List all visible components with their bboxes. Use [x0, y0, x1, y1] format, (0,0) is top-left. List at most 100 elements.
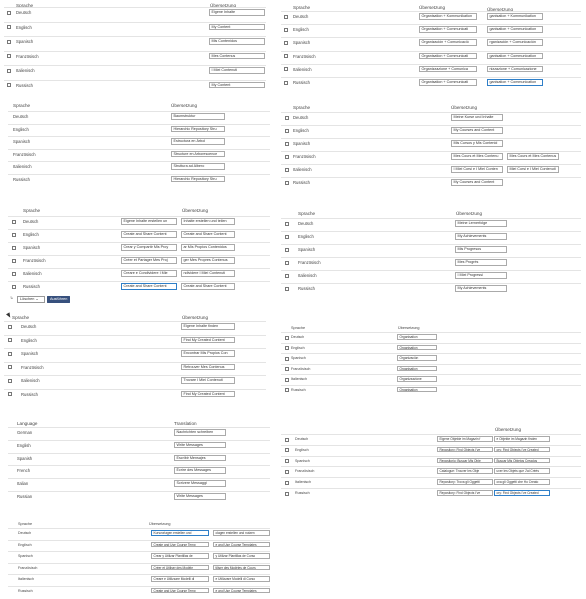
row-checkbox[interactable] — [285, 180, 289, 185]
translation-input[interactable]: Eigene Objekte im Magazin f — [437, 436, 493, 442]
translation-input[interactable]: Organización + Comunicació — [419, 39, 477, 46]
row-checkbox[interactable] — [7, 68, 11, 73]
row-checkbox[interactable] — [7, 39, 11, 44]
row-checkbox[interactable] — [285, 141, 289, 146]
row-checkbox[interactable] — [285, 221, 289, 226]
translation-input-scrolled[interactable]: ova gli Oggetti che Ho Creato — [494, 479, 550, 485]
row-checkbox[interactable] — [12, 232, 16, 237]
row-checkbox[interactable] — [285, 480, 289, 485]
translation-input[interactable]: Organisation — [397, 334, 437, 340]
translation-input-scrolled[interactable]: ar Mis Propios Contenidos — [181, 244, 235, 251]
row-checkbox[interactable] — [284, 67, 288, 72]
translation-input[interactable]: Hierarchic Repository Stru — [171, 125, 225, 132]
translation-input-scrolled[interactable]: rganización + Comunicación — [487, 39, 543, 46]
translation-input-scrolled[interactable]: ganisation + Communication — [487, 26, 543, 33]
translation-input[interactable]: Crear y Compartir Mis Proy — [121, 244, 177, 251]
translation-input[interactable]: Mis Contenidos — [209, 38, 265, 45]
bulk-action-select[interactable]: Löschen ⌄ — [17, 296, 45, 303]
row-checkbox[interactable] — [285, 128, 289, 133]
translation-input-scrolled[interactable]: Create and Share Content — [181, 231, 235, 238]
translation-input[interactable]: Eigene Inhalte erstellen un — [121, 218, 177, 225]
translation-input[interactable]: Organización — [397, 355, 437, 361]
translation-input[interactable]: Écrire des Messages — [174, 467, 226, 474]
translation-input[interactable]: My Achievements — [455, 233, 507, 240]
translation-input[interactable]: Create and Share Content — [121, 283, 177, 290]
translation-input-scrolled[interactable]: ganisation + Communication — [487, 52, 543, 60]
translation-input[interactable]: Estructura en Árbol — [171, 138, 225, 145]
row-checkbox[interactable] — [12, 258, 16, 263]
row-checkbox[interactable] — [285, 437, 289, 442]
row-checkbox[interactable] — [285, 234, 289, 239]
translation-input[interactable]: Mes Cours et Mes Contenu — [451, 153, 503, 160]
translation-input-scrolled[interactable]: e and Use Course Templates — [213, 587, 270, 593]
translation-input[interactable]: Repository: Find Objects I've — [437, 446, 493, 453]
translation-input[interactable]: Meine Lernerfolge — [455, 220, 507, 227]
translation-input[interactable]: Trovare I Miei Contenuti — [181, 377, 235, 384]
row-checkbox[interactable] — [7, 10, 11, 15]
row-checkbox[interactable] — [285, 260, 289, 265]
translation-input-scrolled[interactable]: olagen erstellen und nutzen — [213, 530, 270, 536]
translation-input-scrolled[interactable]: Mes Cours et Mes Contenus — [507, 153, 559, 160]
translation-input[interactable]: Write Messages — [174, 493, 226, 500]
translation-input[interactable]: Eigene Inhalte — [209, 9, 265, 16]
row-checkbox[interactable] — [285, 388, 289, 392]
translation-input[interactable]: Creare e Condividere I Mie — [121, 270, 177, 277]
translation-input-scrolled[interactable]: Buscar Mis Objetos Creados — [494, 457, 550, 464]
translation-input[interactable]: Catalogue: Trouver les Obje — [437, 468, 493, 474]
translation-input[interactable]: My Achievements — [455, 285, 507, 292]
translation-input[interactable]: My Courses and Content — [451, 179, 503, 186]
translation-input-scrolled[interactable]: ory: Find Objects I've Created — [494, 490, 550, 496]
execute-button[interactable]: Ausführen — [47, 296, 71, 303]
row-checkbox[interactable] — [285, 491, 289, 496]
translation-input[interactable]: Baumstruktur — [171, 113, 225, 120]
row-checkbox[interactable] — [285, 469, 289, 474]
translation-input[interactable]: Create and Use Course Temp — [151, 587, 209, 593]
translation-input[interactable]: Repository: Find Objects I've — [437, 490, 493, 496]
row-checkbox[interactable] — [285, 356, 289, 361]
translation-input-scrolled[interactable]: tiliser des Modèles de Cours — [213, 564, 270, 570]
row-checkbox[interactable] — [285, 273, 289, 278]
row-checkbox[interactable] — [8, 392, 12, 396]
translation-input-scrolled[interactable]: ger Mes Propres Contenus — [181, 257, 235, 264]
translation-input[interactable]: Encontrar Mis Propios Con — [181, 350, 235, 357]
row-checkbox[interactable] — [285, 167, 289, 172]
row-checkbox[interactable] — [285, 335, 289, 340]
translation-input[interactable]: Find My Created Content — [181, 336, 235, 343]
translation-input[interactable]: Find My Created Content — [181, 390, 235, 397]
translation-input[interactable]: Scrivere Messaggi — [174, 480, 226, 487]
translation-input[interactable]: Escribir Mensajes — [174, 454, 226, 462]
row-checkbox[interactable] — [285, 346, 289, 350]
translation-input[interactable]: Kursvorlagen erstellen und — [151, 530, 209, 536]
translation-input-scrolled[interactable]: Miei Corsi e I Miei Contenuti — [507, 166, 559, 173]
translation-input-scrolled[interactable]: ganisation + Kommunikation — [487, 13, 543, 20]
translation-input[interactable]: Mes Contenus — [209, 52, 265, 59]
row-checkbox[interactable] — [8, 365, 12, 369]
translation-input[interactable]: Organisation + Communicati — [419, 79, 477, 86]
translation-input[interactable]: Organisation + Kommunikation — [419, 13, 477, 20]
translation-input[interactable]: I Miei Corsi e I Miei Conten — [451, 166, 503, 173]
translation-input[interactable]: Créer et Partager Mes Proj — [121, 257, 177, 264]
translation-input[interactable]: Create and Use Course Temp — [151, 541, 209, 547]
row-checkbox[interactable] — [8, 338, 12, 342]
translation-input[interactable]: Mis Progresos — [455, 246, 507, 253]
row-checkbox[interactable] — [285, 448, 289, 453]
row-checkbox[interactable] — [7, 25, 11, 29]
translation-input[interactable]: Structure en Arborescence — [171, 150, 225, 157]
translation-input[interactable]: Hierarchic Repository Stru — [171, 175, 225, 182]
translation-input[interactable]: I Miei Contenuti — [209, 67, 265, 74]
translation-input[interactable]: Organisation — [397, 365, 437, 371]
translation-input[interactable]: Meine Kurse und Inhalte — [451, 114, 503, 121]
translation-input-scrolled[interactable]: Inhalte erstellen und teilen — [181, 218, 235, 225]
row-checkbox[interactable] — [285, 459, 289, 464]
translation-input[interactable]: Struttura ad Albero — [171, 163, 225, 170]
translation-input-scrolled[interactable]: uver les Objets que J'ai Créés — [494, 468, 550, 474]
translation-input[interactable]: Creare e Utilizzare Modelli di — [151, 576, 209, 582]
row-checkbox[interactable] — [284, 54, 288, 59]
translation-input-scrolled[interactable]: ory: Find Objects I've Created — [494, 446, 550, 453]
row-checkbox[interactable] — [12, 284, 16, 289]
translation-input[interactable]: Crear y Utilizar Plantillas de — [151, 553, 209, 559]
translation-input-scrolled[interactable]: ganisation + Communication — [487, 79, 543, 86]
row-checkbox[interactable] — [12, 245, 16, 250]
row-checkbox[interactable] — [7, 54, 11, 58]
row-checkbox[interactable] — [8, 351, 12, 356]
